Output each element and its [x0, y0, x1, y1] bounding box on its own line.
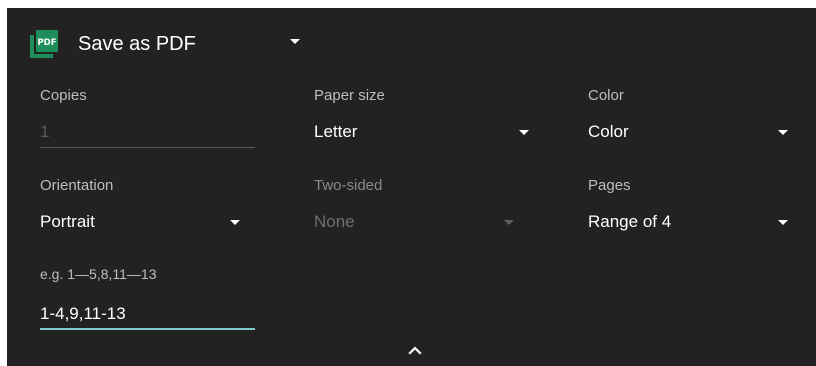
color-value: Color — [588, 122, 629, 141]
copies-input[interactable]: 1 — [40, 116, 255, 148]
page-range-input[interactable]: 1-4,9,11-13 — [40, 298, 255, 330]
page-range-value: 1-4,9,11-13 — [40, 304, 126, 323]
pdf-icon: PDF — [30, 30, 58, 58]
copies-label: Copies — [40, 87, 87, 104]
chevron-down-icon — [230, 220, 240, 225]
copies-underline — [40, 147, 255, 148]
chevron-down-icon — [778, 130, 788, 135]
print-settings-panel: PDF Save as PDF Copies 1 Paper size Lett… — [7, 8, 816, 366]
two-sided-value: None — [314, 212, 355, 231]
copies-value: 1 — [40, 122, 50, 141]
destination-label: Save as PDF — [78, 32, 196, 55]
pdf-icon-text: PDF — [37, 38, 56, 48]
chevron-down-icon — [778, 220, 788, 225]
chevron-down-icon — [519, 130, 529, 135]
color-select[interactable]: Color — [588, 118, 788, 148]
destination-select[interactable]: PDF Save as PDF — [30, 29, 315, 59]
orientation-select[interactable]: Portrait — [40, 208, 240, 238]
two-sided-label: Two-sided — [314, 177, 383, 194]
paper-size-label: Paper size — [314, 87, 385, 104]
pages-value: Range of 4 — [588, 212, 672, 231]
chevron-down-icon — [504, 220, 514, 225]
pages-select[interactable]: Range of 4 — [588, 208, 788, 238]
collapse-chevron-up-icon[interactable] — [403, 342, 427, 358]
pages-label: Pages — [588, 177, 631, 194]
paper-size-select[interactable]: Letter — [314, 118, 529, 148]
page-range-hint: e.g. 1—5,8,11—13 — [40, 266, 157, 282]
chevron-down-icon — [290, 39, 300, 44]
color-label: Color — [588, 87, 624, 104]
two-sided-select[interactable]: None — [314, 208, 514, 238]
orientation-value: Portrait — [40, 212, 95, 231]
orientation-label: Orientation — [40, 177, 114, 194]
paper-size-value: Letter — [314, 122, 358, 141]
page-range-underline — [40, 328, 255, 330]
